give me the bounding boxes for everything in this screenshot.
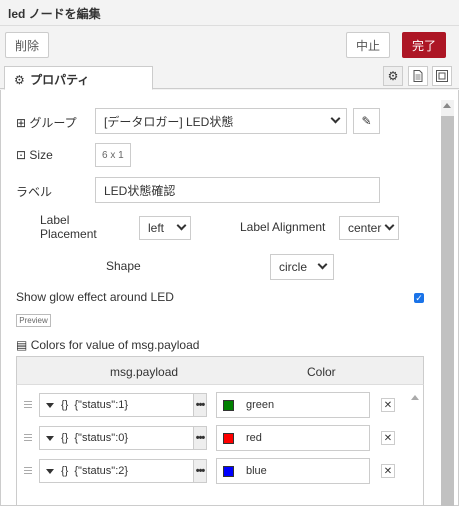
group-label: ⊞ グループ (16, 116, 77, 130)
dialog-title: led ノードを編集 (0, 0, 459, 26)
column-header-payload: msg.payload (110, 365, 179, 379)
dialog-toolbar: 削除 中止 完了 (0, 26, 459, 64)
group-select[interactable]: [データロガー] LED状態 (95, 108, 347, 134)
color-swatch (223, 399, 234, 411)
remove-row-button[interactable]: ✕ (381, 431, 395, 445)
tab-properties[interactable]: ⚙ プロパティ (4, 66, 153, 90)
done-button[interactable]: 完了 (402, 32, 446, 58)
payload-value: {"status":2} (74, 465, 129, 477)
delete-button[interactable]: 削除 (5, 32, 49, 58)
color-value: green (246, 399, 275, 411)
list-icon: ▤ (16, 338, 28, 352)
typed-input-payload[interactable]: {} {"status":1} (39, 393, 194, 417)
drag-handle-icon[interactable] (24, 401, 32, 408)
document-icon (413, 70, 423, 82)
drag-handle-icon[interactable] (24, 434, 32, 441)
settings-tab-button[interactable]: ⚙ (383, 66, 403, 86)
color-input[interactable]: green (216, 392, 370, 418)
chevron-down-icon (317, 259, 328, 270)
json-type-icon: {} (61, 432, 69, 444)
shape-label: Shape (106, 259, 141, 273)
color-swatch (223, 432, 234, 444)
shape-select[interactable]: circle (270, 254, 334, 280)
chevron-down-icon (330, 113, 341, 124)
expand-editor-button[interactable]: ••• (193, 459, 207, 483)
json-type-icon: {} (61, 465, 69, 477)
gear-icon: ⚙ (387, 69, 399, 83)
column-header-color: Color (307, 365, 336, 379)
gear-icon: ⚙ (14, 73, 25, 87)
label-label: ラベル (16, 185, 53, 199)
colors-table-header: msg.payload Color (16, 356, 424, 385)
description-tab-button[interactable] (408, 66, 428, 86)
label-placement-select[interactable]: left (139, 216, 191, 240)
remove-row-button[interactable]: ✕ (381, 398, 395, 412)
layout-icon (436, 70, 448, 82)
type-caret-icon (46, 435, 54, 441)
color-value: red (246, 432, 262, 444)
scroll-up-arrow[interactable] (443, 103, 451, 108)
color-input[interactable]: blue (216, 458, 370, 484)
expand-editor-button[interactable]: ••• (193, 426, 207, 450)
size-button[interactable]: 6 x 1 (95, 143, 131, 167)
pencil-icon: ✎ (361, 114, 372, 128)
size-label: ⊡ Size (16, 148, 53, 162)
table-scroll-up-arrow[interactable] (411, 395, 419, 400)
json-type-icon: {} (61, 399, 69, 411)
color-value: blue (246, 465, 267, 477)
glow-checkbox[interactable]: ✓ (414, 293, 424, 303)
table-icon: ⊞ (16, 116, 27, 130)
drag-handle-icon[interactable] (24, 467, 32, 474)
chevron-down-icon (384, 220, 395, 231)
remove-row-button[interactable]: ✕ (381, 464, 395, 478)
payload-value: {"status":1} (74, 399, 129, 411)
appearance-tab-button[interactable] (432, 66, 452, 86)
edit-group-button[interactable]: ✎ (353, 108, 380, 134)
color-swatch (223, 465, 234, 477)
tab-properties-label: プロパティ (30, 73, 90, 87)
chevron-down-icon (176, 220, 187, 231)
colors-label: ▤ Colors for value of msg.payload (16, 338, 200, 352)
typed-input-payload[interactable]: {} {"status":2} (39, 459, 194, 483)
group-select-value: [データロガー] LED状態 (104, 114, 234, 129)
typed-input-payload[interactable]: {} {"status":0} (39, 426, 194, 450)
resize-icon: ⊡ (16, 148, 27, 162)
payload-value: {"status":0} (74, 432, 129, 444)
type-caret-icon (46, 402, 54, 408)
color-input[interactable]: red (216, 425, 370, 451)
glow-label: Show glow effect around LED (16, 290, 174, 304)
label-placement-label: Label Placement (40, 213, 97, 241)
preview-button[interactable]: Preview (16, 314, 51, 327)
label-alignment-label: Label Alignment (240, 220, 326, 234)
label-alignment-select[interactable]: center (339, 216, 399, 240)
panel-scrollbar-thumb[interactable] (441, 116, 454, 506)
type-caret-icon (46, 468, 54, 474)
expand-editor-button[interactable]: ••• (193, 393, 207, 417)
cancel-button[interactable]: 中止 (346, 32, 390, 58)
label-input[interactable]: LED状態確認 (95, 177, 380, 203)
